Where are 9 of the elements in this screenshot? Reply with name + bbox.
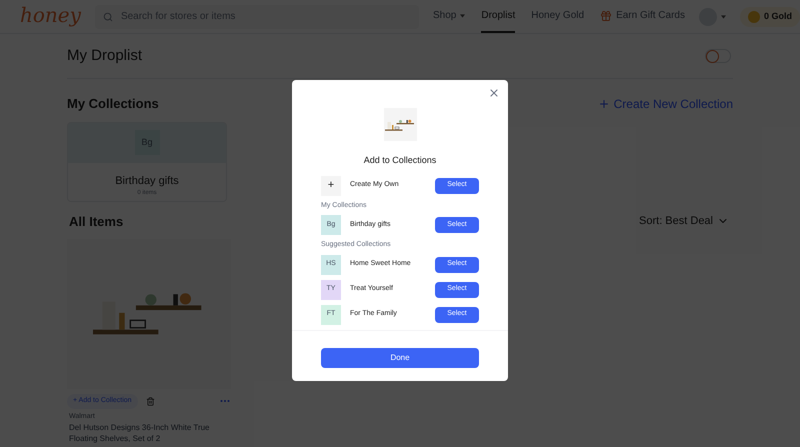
done-button[interactable]: Done — [321, 348, 479, 368]
section-heading: My Collections — [67, 95, 159, 113]
shelves-drawing — [385, 117, 415, 132]
modal-title: Add to Collections — [362, 154, 438, 167]
section-heading: All Items — [69, 212, 124, 230]
plus-icon[interactable]: + — [321, 176, 341, 196]
close-icon[interactable] — [488, 87, 500, 99]
collection-name: Birthday gifts — [114, 174, 180, 188]
page-title: My Droplist — [67, 46, 142, 66]
